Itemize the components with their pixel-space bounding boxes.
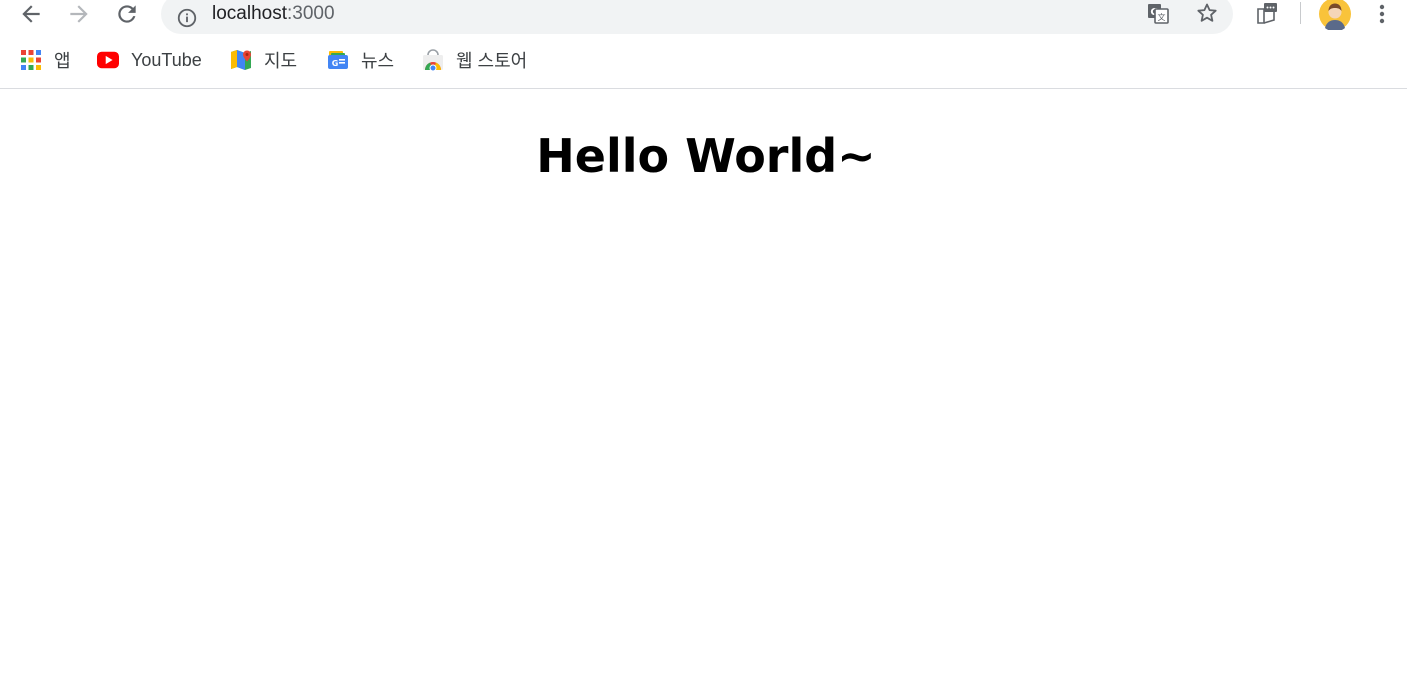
page-content: Hello World~ — [0, 89, 1407, 695]
reading-list-icon — [1257, 3, 1277, 24]
page-heading: Hello World~ — [536, 129, 876, 183]
youtube-icon — [97, 49, 119, 71]
arrow-left-icon — [22, 5, 40, 23]
news-icon: G — [327, 49, 349, 71]
translate-button[interactable]: G 文 — [1145, 0, 1171, 26]
menu-button[interactable] — [1372, 0, 1392, 28]
svg-text:G: G — [332, 59, 339, 68]
bookmark-label: 뉴스 — [361, 51, 395, 71]
back-button[interactable] — [17, 0, 45, 28]
avatar — [1319, 0, 1351, 30]
info-icon[interactable] — [176, 7, 198, 29]
apps-grid-icon — [20, 49, 42, 71]
translate-icon: G 文 — [1148, 4, 1169, 24]
bookmark-label: 앱 — [54, 51, 71, 71]
bookmark-youtube[interactable]: YouTube — [97, 48, 202, 72]
bookmarks-bar: 앱 YouTube 지도 G 뉴스 웹 스토어 — [0, 40, 1407, 89]
bookmark-apps[interactable]: 앱 — [20, 48, 71, 72]
bookmark-news[interactable]: G 뉴스 — [327, 48, 394, 72]
url-host: localhost — [212, 3, 287, 24]
address-bar[interactable]: localhost:3000 G 文 — [161, 0, 1233, 34]
reload-icon — [118, 5, 136, 23]
forward-button[interactable] — [65, 0, 93, 28]
bookmark-label: 웹 스토어 — [456, 51, 528, 71]
web-store-icon — [422, 49, 444, 71]
star-icon — [1197, 3, 1217, 22]
bookmark-star-button[interactable] — [1194, 0, 1220, 26]
more-vertical-icon — [1379, 4, 1385, 24]
reading-list-button[interactable] — [1254, 0, 1280, 28]
maps-icon — [230, 49, 252, 71]
svg-text:文: 文 — [1158, 12, 1166, 22]
profile-button[interactable] — [1318, 0, 1352, 30]
arrow-right-icon — [70, 5, 88, 23]
bookmark-label: 지도 — [264, 51, 298, 71]
bookmark-web-store[interactable]: 웹 스토어 — [422, 48, 527, 72]
url-port: :3000 — [287, 3, 335, 24]
bookmark-label: YouTube — [131, 49, 202, 70]
reload-button[interactable] — [113, 0, 141, 28]
url-text[interactable]: localhost:3000 — [212, 3, 335, 25]
bookmark-maps[interactable]: 지도 — [230, 48, 297, 72]
toolbar-divider — [1300, 2, 1301, 24]
browser-toolbar: localhost:3000 G 文 — [0, 0, 1407, 40]
